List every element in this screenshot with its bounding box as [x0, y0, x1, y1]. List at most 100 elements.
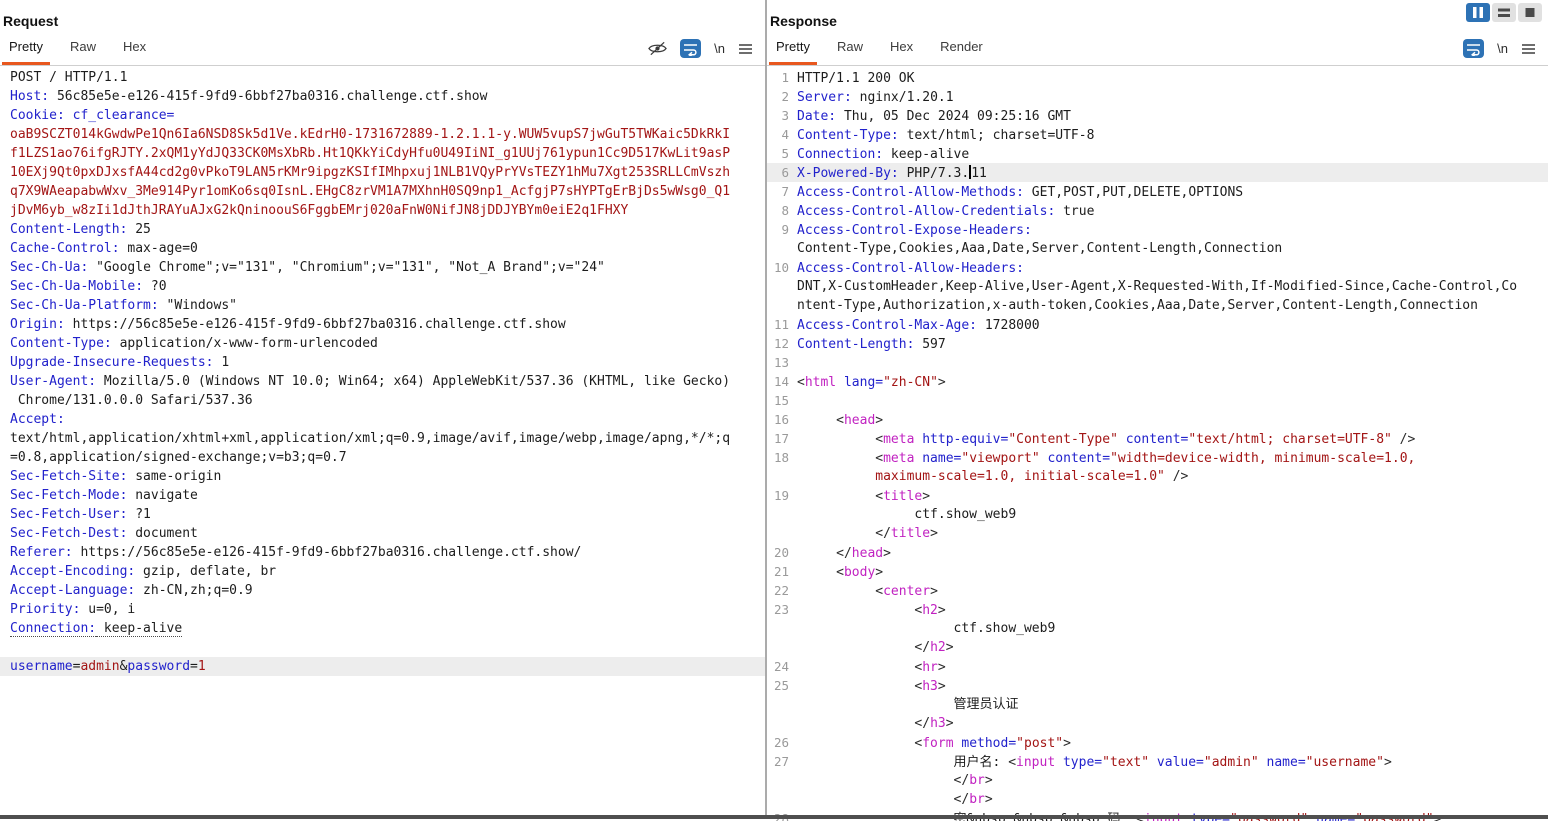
line-number: 15: [769, 391, 789, 410]
code-line: Accept-Encoding: gzip, deflate, br: [0, 562, 765, 581]
eye-slash-icon[interactable]: [648, 41, 667, 56]
request-panel-title: Request: [0, 0, 765, 36]
code-line: </h3>: [767, 714, 1548, 733]
request-editor-toolbar: \n: [648, 39, 753, 58]
code-line: 12Content-Length: 597: [767, 334, 1548, 353]
request-editor[interactable]: POST / HTTP/1.1Host: 56c85e5e-e126-415f-…: [0, 66, 765, 821]
code-line: Content-Type,Cookies,Aaa,Date,Server,Con…: [767, 239, 1548, 258]
columns-layout-button[interactable]: [1466, 3, 1490, 22]
single-layout-button[interactable]: [1518, 3, 1542, 22]
rows-layout-button[interactable]: [1492, 3, 1516, 22]
line-number: 12: [769, 334, 789, 353]
code-line: Sec-Fetch-Site: same-origin: [0, 467, 765, 486]
line-number: 27: [769, 752, 789, 771]
code-line: </br>: [767, 771, 1548, 790]
code-line: 管理员认证: [767, 695, 1548, 714]
line-number: 5: [769, 144, 789, 163]
code-line: 6X-Powered-By: PHP/7.3.11: [767, 163, 1548, 182]
line-number: 22: [769, 581, 789, 600]
tab-hex[interactable]: Hex: [116, 34, 153, 65]
response-tabbar: Pretty Raw Hex Render \n: [767, 36, 1548, 66]
line-number: 3: [769, 106, 789, 125]
response-panel: Response Pretty Raw Hex Render \n: [767, 0, 1548, 819]
line-number: 13: [769, 353, 789, 372]
request-tabbar: Pretty Raw Hex \n: [0, 36, 765, 66]
line-number: 25: [769, 676, 789, 695]
code-line: 7Access-Control-Allow-Methods: GET,POST,…: [767, 182, 1548, 201]
code-line: Host: 56c85e5e-e126-415f-9fd9-6bbf27ba03…: [0, 87, 765, 106]
code-line: q7X9WAeapabwWxv_3Me914Pyr1omKo6sq0IsnL.E…: [0, 182, 765, 201]
code-line: 8Access-Control-Allow-Credentials: true: [767, 201, 1548, 220]
line-number: 19: [769, 486, 789, 505]
line-number: 10: [769, 258, 789, 277]
tab-hex[interactable]: Hex: [883, 34, 920, 65]
code-line: ctf.show_web9: [767, 505, 1548, 524]
code-line: f1LZS1ao76ifgRJTY.2xQM1yYdJQ33CK0MsXbRb.…: [0, 144, 765, 163]
line-number: 21: [769, 562, 789, 581]
response-editor[interactable]: 1HTTP/1.1 200 OK2Server: nginx/1.20.13Da…: [767, 66, 1548, 821]
code-line: 18 <meta name="viewport" content="width=…: [767, 448, 1548, 467]
code-line: 23 <h2>: [767, 600, 1548, 619]
code-line: Cache-Control: max-age=0: [0, 239, 765, 258]
tab-pretty[interactable]: Pretty: [769, 34, 817, 65]
line-number: 6: [769, 163, 789, 182]
newline-icon[interactable]: \n: [1497, 41, 1508, 56]
code-line: 27 用户名: <input type="text" value="admin"…: [767, 752, 1548, 771]
code-line: 22 <center>: [767, 581, 1548, 600]
newline-icon[interactable]: \n: [714, 41, 725, 56]
line-number: 11: [769, 315, 789, 334]
word-wrap-icon[interactable]: [680, 39, 701, 58]
code-line: jDvM6yb_w8zIi1dJthJRAYuAJxG2kQninoouS6Fg…: [0, 201, 765, 220]
code-line: username=admin&password=1: [0, 657, 765, 676]
line-number: 2: [769, 87, 789, 106]
code-line: Sec-Ch-Ua-Platform: "Windows": [0, 296, 765, 315]
code-line: 15: [767, 391, 1548, 410]
line-number: 9: [769, 220, 789, 239]
code-line: 13: [767, 353, 1548, 372]
line-number: 23: [769, 600, 789, 619]
tab-raw[interactable]: Raw: [63, 34, 103, 65]
line-number: 17: [769, 429, 789, 448]
code-line: 26 <form method="post">: [767, 733, 1548, 752]
code-line: 9Access-Control-Expose-Headers:: [767, 220, 1548, 239]
code-line: 3Date: Thu, 05 Dec 2024 09:25:16 GMT: [767, 106, 1548, 125]
code-line: 14<html lang="zh-CN">: [767, 372, 1548, 391]
tab-render[interactable]: Render: [933, 34, 990, 65]
code-line: oaB9SCZT014kGwdwPe1Qn6Ia6NSD8Sk5d1Ve.kEd…: [0, 125, 765, 144]
line-number: 8: [769, 201, 789, 220]
code-line: 21 <body>: [767, 562, 1548, 581]
code-line: maximum-scale=1.0, initial-scale=1.0" />: [767, 467, 1548, 486]
code-line: 25 <h3>: [767, 676, 1548, 695]
tab-raw[interactable]: Raw: [830, 34, 870, 65]
code-line: 1HTTP/1.1 200 OK: [767, 68, 1548, 87]
code-line: Content-Length: 25: [0, 220, 765, 239]
bottom-bar: [0, 815, 1548, 819]
code-line: =0.8,application/signed-exchange;v=b3;q=…: [0, 448, 765, 467]
code-line: 10Access-Control-Allow-Headers:: [767, 258, 1548, 277]
response-panel-title: Response: [767, 0, 1548, 36]
word-wrap-icon[interactable]: [1463, 39, 1484, 58]
code-line: Accept:: [0, 410, 765, 429]
code-line: 4Content-Type: text/html; charset=UTF-8: [767, 125, 1548, 144]
code-line: 2Server: nginx/1.20.1: [767, 87, 1548, 106]
line-number: 1: [769, 68, 789, 87]
code-line: Sec-Ch-Ua-Mobile: ?0: [0, 277, 765, 296]
code-line: Chrome/131.0.0.0 Safari/537.36: [0, 391, 765, 410]
layout-controls: [1466, 3, 1542, 22]
code-line: Cookie: cf_clearance=: [0, 106, 765, 125]
code-line: Connection: keep-alive: [0, 619, 765, 638]
code-line: 5Connection: keep-alive: [767, 144, 1548, 163]
code-line: Sec-Ch-Ua: "Google Chrome";v="131", "Chr…: [0, 258, 765, 277]
code-line: Upgrade-Insecure-Requests: 1: [0, 353, 765, 372]
line-number: 20: [769, 543, 789, 562]
code-line: </h2>: [767, 638, 1548, 657]
line-number: 24: [769, 657, 789, 676]
tab-pretty[interactable]: Pretty: [2, 34, 50, 65]
menu-icon[interactable]: [1521, 43, 1536, 55]
menu-icon[interactable]: [738, 43, 753, 55]
line-number: 7: [769, 182, 789, 201]
code-line: 17 <meta http-equiv="Content-Type" conte…: [767, 429, 1548, 448]
code-line: ntent-Type,Authorization,x-auth-token,Co…: [767, 296, 1548, 315]
repeater-message-view: Request Pretty Raw Hex: [0, 0, 1548, 819]
code-line: Sec-Fetch-Mode: navigate: [0, 486, 765, 505]
